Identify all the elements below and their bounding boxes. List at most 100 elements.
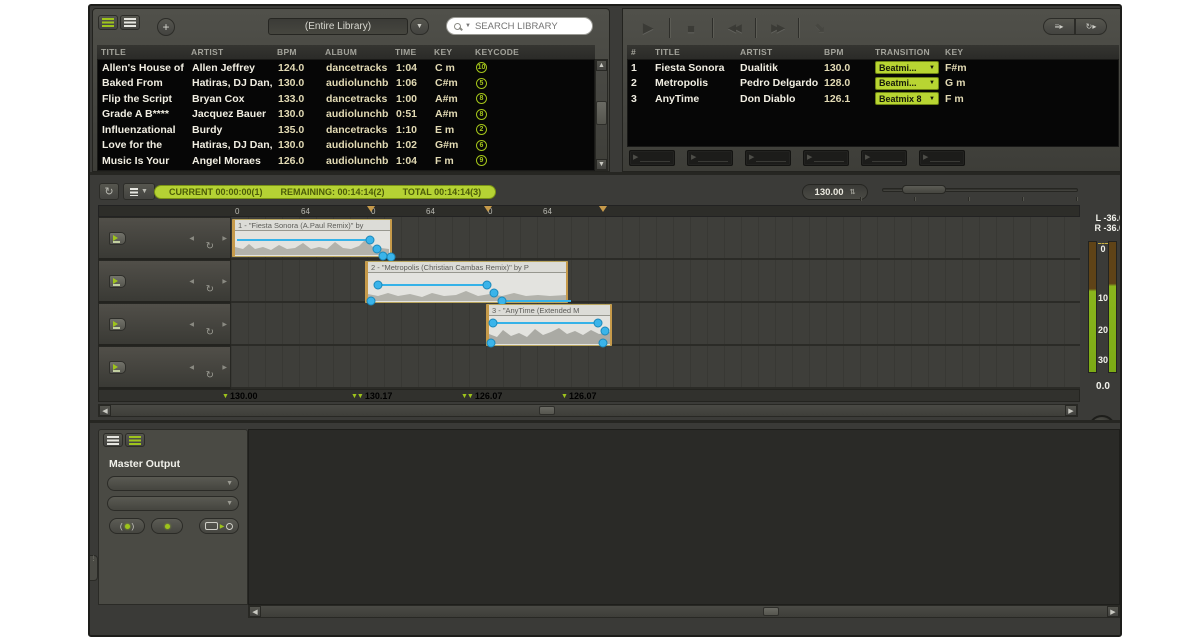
scroll-right-icon[interactable]: ▶ <box>1107 606 1119 617</box>
table-row[interactable]: InfluenzationalBurdy135.0dancetracks1:10… <box>98 122 594 138</box>
grid-options-button[interactable]: ▼ <box>123 183 155 200</box>
col-bpm[interactable]: BPM <box>820 47 871 57</box>
tempo-strip[interactable]: ▼130.00 ▼▼130.17 ▼▼126.07 ▼126.07 <box>98 389 1080 402</box>
timeline-scrollbar[interactable]: ◀ ▶ <box>98 404 1078 417</box>
cue-slot[interactable]: ▶ <box>919 150 965 166</box>
mono-monitor-button[interactable] <box>151 518 183 534</box>
col-key[interactable]: KEY <box>941 47 1119 57</box>
expand-right-icon[interactable]: ▶ <box>222 321 227 328</box>
cue-slot[interactable]: ▶ <box>745 150 791 166</box>
collection-dropdown[interactable]: (Entire Library) <box>268 18 408 35</box>
bpm-stepper-icon[interactable]: ⇅ <box>850 188 856 196</box>
track-lane-3[interactable] <box>231 303 1080 346</box>
automation-handle[interactable] <box>374 281 383 290</box>
playlist-row[interactable]: 3AnyTimeDon Diablo126.1 Beatmix 8▼ F m <box>628 91 1118 107</box>
next-button[interactable]: ▶▶ <box>756 16 798 40</box>
col-album[interactable]: ALBUM <box>321 47 391 57</box>
col-artist[interactable]: ARTIST <box>736 47 820 57</box>
stop-button[interactable]: ■ <box>670 16 712 40</box>
queue-button[interactable]: ≡▸ <box>1043 18 1075 35</box>
bottom-scrollbar-thumb[interactable] <box>763 607 779 616</box>
volume-automation-line[interactable] <box>378 284 487 286</box>
timeline-ruler[interactable]: 0 64 0 64 0 64 <box>98 205 1080 217</box>
library-scrollbar-thumb[interactable] <box>596 101 607 125</box>
collapse-left-icon[interactable]: ◀ <box>189 364 194 371</box>
automation-handle[interactable] <box>483 281 492 290</box>
cue-slot[interactable]: ▶ <box>687 150 733 166</box>
volume-automation-line[interactable] <box>493 322 598 324</box>
timeline-scrollbar-thumb[interactable] <box>539 406 555 415</box>
track-speaker-icon[interactable] <box>109 361 126 374</box>
scroll-up-icon[interactable]: ▲ <box>596 60 607 71</box>
col-transition[interactable]: TRANSITION <box>871 47 941 57</box>
track-sync-icon[interactable]: ↻ <box>206 241 214 252</box>
library-wave-view-button[interactable] <box>120 15 140 30</box>
tempo-marker[interactable]: ▼130.00 <box>222 391 257 401</box>
col-num[interactable]: # <box>627 47 651 57</box>
cue-slot[interactable]: ▶ <box>861 150 907 166</box>
transition-dropdown[interactable]: Beatmi...▼ <box>875 77 939 90</box>
library-table-header[interactable]: TITLE ARTIST BPM ALBUM TIME KEY KEYCODE <box>97 45 595 59</box>
track-sync-icon[interactable]: ↻ <box>206 327 214 338</box>
track-header-1[interactable]: ◀ ↻ ▶ <box>98 217 231 260</box>
track-header-4[interactable]: ◀ ↻ ▶ <box>98 346 231 389</box>
play-button[interactable]: ▶ <box>627 16 669 40</box>
track-lane-4[interactable] <box>231 346 1080 389</box>
tempo-marker[interactable]: ▼▼126.07 <box>461 391 502 401</box>
master-bpm-field[interactable]: 130.00 ⇅ <box>802 184 868 200</box>
clip-anytime[interactable]: 3 - "AnyTime (Extended M <box>486 304 612 346</box>
col-key[interactable]: KEY <box>430 47 471 57</box>
master-list-tab[interactable] <box>103 433 123 447</box>
output-channel-dropdown[interactable]: ▼ <box>107 496 239 511</box>
track-header-3[interactable]: ◀ ↻ ▶ <box>98 303 231 346</box>
track-speaker-icon[interactable] <box>109 275 126 288</box>
transition-dropdown[interactable]: Beatmi...▼ <box>875 61 939 74</box>
record-output-button[interactable]: ▶ <box>199 518 239 534</box>
scroll-down-icon[interactable]: ▼ <box>596 159 607 170</box>
stereo-monitor-button[interactable]: () <box>109 518 145 534</box>
collapse-left-icon[interactable]: ◀ <box>189 278 194 285</box>
cue-slot[interactable]: ▶ <box>629 150 675 166</box>
scroll-left-icon[interactable]: ◀ <box>99 405 111 416</box>
table-row[interactable]: Allen's House ofAllen Jeffrey124.0dancet… <box>98 60 594 76</box>
automation-handle[interactable] <box>489 319 498 328</box>
search-filter-arrow-icon[interactable]: ▼ <box>465 23 471 29</box>
track-lane-2[interactable] <box>231 260 1080 303</box>
bottom-scrollbar[interactable]: ◀ ▶ <box>248 605 1120 618</box>
panel-collapse-tab[interactable]: ⋮ <box>90 555 98 581</box>
automation-handle[interactable] <box>601 327 610 336</box>
track-sync-icon[interactable]: ↻ <box>206 284 214 295</box>
tempo-marker[interactable]: ▼126.07 <box>561 391 596 401</box>
automation-handle[interactable] <box>367 297 376 306</box>
automation-handle[interactable] <box>366 236 375 245</box>
automation-handle[interactable] <box>599 339 608 348</box>
scroll-left-icon[interactable]: ◀ <box>249 606 261 617</box>
expand-right-icon[interactable]: ▶ <box>222 364 227 371</box>
collection-dropdown-arrow-button[interactable]: ▼ <box>410 18 429 35</box>
track-sync-icon[interactable]: ↻ <box>206 370 214 381</box>
loop-button[interactable]: ↻ <box>99 183 119 200</box>
table-row[interactable]: Music Is YourAngel Moraes126.0audiolunch… <box>98 153 594 169</box>
collapse-left-icon[interactable]: ◀ <box>189 235 194 242</box>
track-speaker-icon[interactable] <box>109 318 126 331</box>
transition-dropdown[interactable]: Beatmix 8▼ <box>875 92 939 105</box>
tempo-slider-thumb[interactable] <box>902 185 946 194</box>
col-title[interactable]: TITLE <box>651 47 736 57</box>
col-keycode[interactable]: KEYCODE <box>471 47 595 57</box>
volume-automation-line[interactable] <box>502 300 571 302</box>
track-header-2[interactable]: ◀ ↻ ▶ <box>98 260 231 303</box>
automation-handle[interactable] <box>490 289 499 298</box>
table-row[interactable]: Baked FromHatiras, DJ Dan,130.0audiolunc… <box>98 76 594 92</box>
export-button[interactable]: ↻▸ <box>1075 18 1107 35</box>
playlist-table-header[interactable]: # TITLE ARTIST BPM TRANSITION KEY <box>627 45 1119 59</box>
automation-handle[interactable] <box>487 339 496 348</box>
collapse-left-icon[interactable]: ◀ <box>189 321 194 328</box>
table-row[interactable]: Love for theHatiras, DJ Dan,130.0audiolu… <box>98 138 594 154</box>
expand-right-icon[interactable]: ▶ <box>222 235 227 242</box>
automation-handle[interactable] <box>594 319 603 328</box>
library-list-view-button[interactable] <box>98 15 118 30</box>
expand-right-icon[interactable]: ▶ <box>222 278 227 285</box>
scroll-right-icon[interactable]: ▶ <box>1065 405 1077 416</box>
col-artist[interactable]: ARTIST <box>187 47 273 57</box>
table-row[interactable]: Flip the ScriptBryan Cox133.0dancetracks… <box>98 91 594 107</box>
